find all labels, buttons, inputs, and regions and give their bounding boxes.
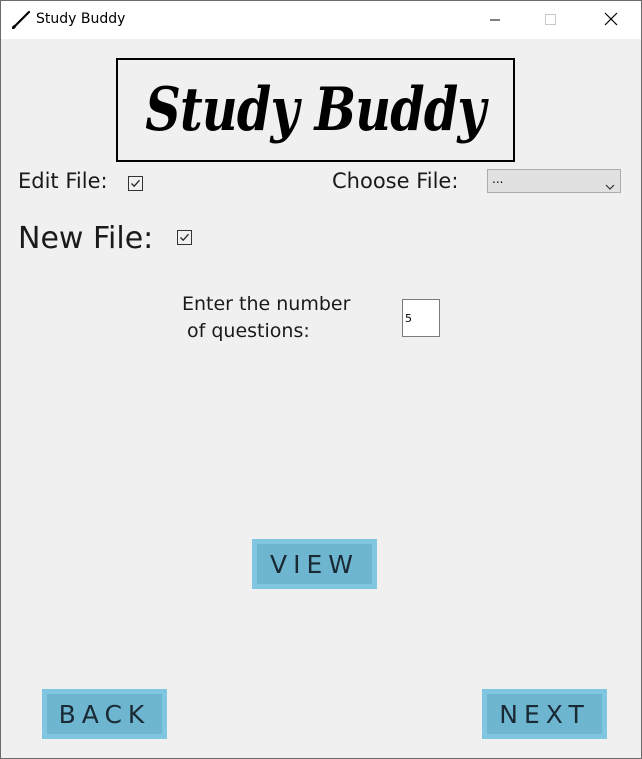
new-file-label: New File:	[18, 221, 154, 256]
edit-file-checkbox[interactable]	[128, 176, 143, 191]
questions-label-line2: of questions:	[187, 320, 310, 342]
maximize-icon	[545, 11, 557, 30]
logo-banner: Study Buddy	[116, 58, 515, 162]
minimize-icon	[489, 11, 501, 30]
view-button[interactable]: VIEW	[252, 539, 377, 589]
questions-label-line1: Enter the number	[182, 293, 351, 315]
close-icon	[604, 11, 618, 30]
title-bar[interactable]: Study Buddy	[1, 1, 641, 39]
back-button[interactable]: BACK	[42, 689, 167, 739]
choose-file-dropdown[interactable]: ...	[487, 169, 621, 193]
choose-file-value: ...	[492, 172, 504, 186]
question-count-input[interactable]	[402, 299, 440, 337]
logo-text: Study Buddy	[145, 75, 487, 145]
window-title: Study Buddy	[36, 11, 126, 27]
checkmark-icon	[180, 233, 189, 242]
checkmark-icon	[131, 179, 140, 188]
edit-file-label: Edit File:	[18, 169, 108, 193]
pencil-icon	[10, 9, 32, 31]
app-window: Study Buddy Study Buddy Edit File: Choos…	[0, 0, 642, 759]
new-file-checkbox[interactable]	[177, 230, 192, 245]
chevron-down-icon	[605, 176, 615, 195]
next-button[interactable]: NEXT	[482, 689, 607, 739]
close-button[interactable]	[588, 1, 634, 39]
minimize-button[interactable]	[472, 1, 518, 39]
maximize-button[interactable]	[528, 1, 574, 39]
choose-file-label: Choose File:	[332, 169, 459, 193]
